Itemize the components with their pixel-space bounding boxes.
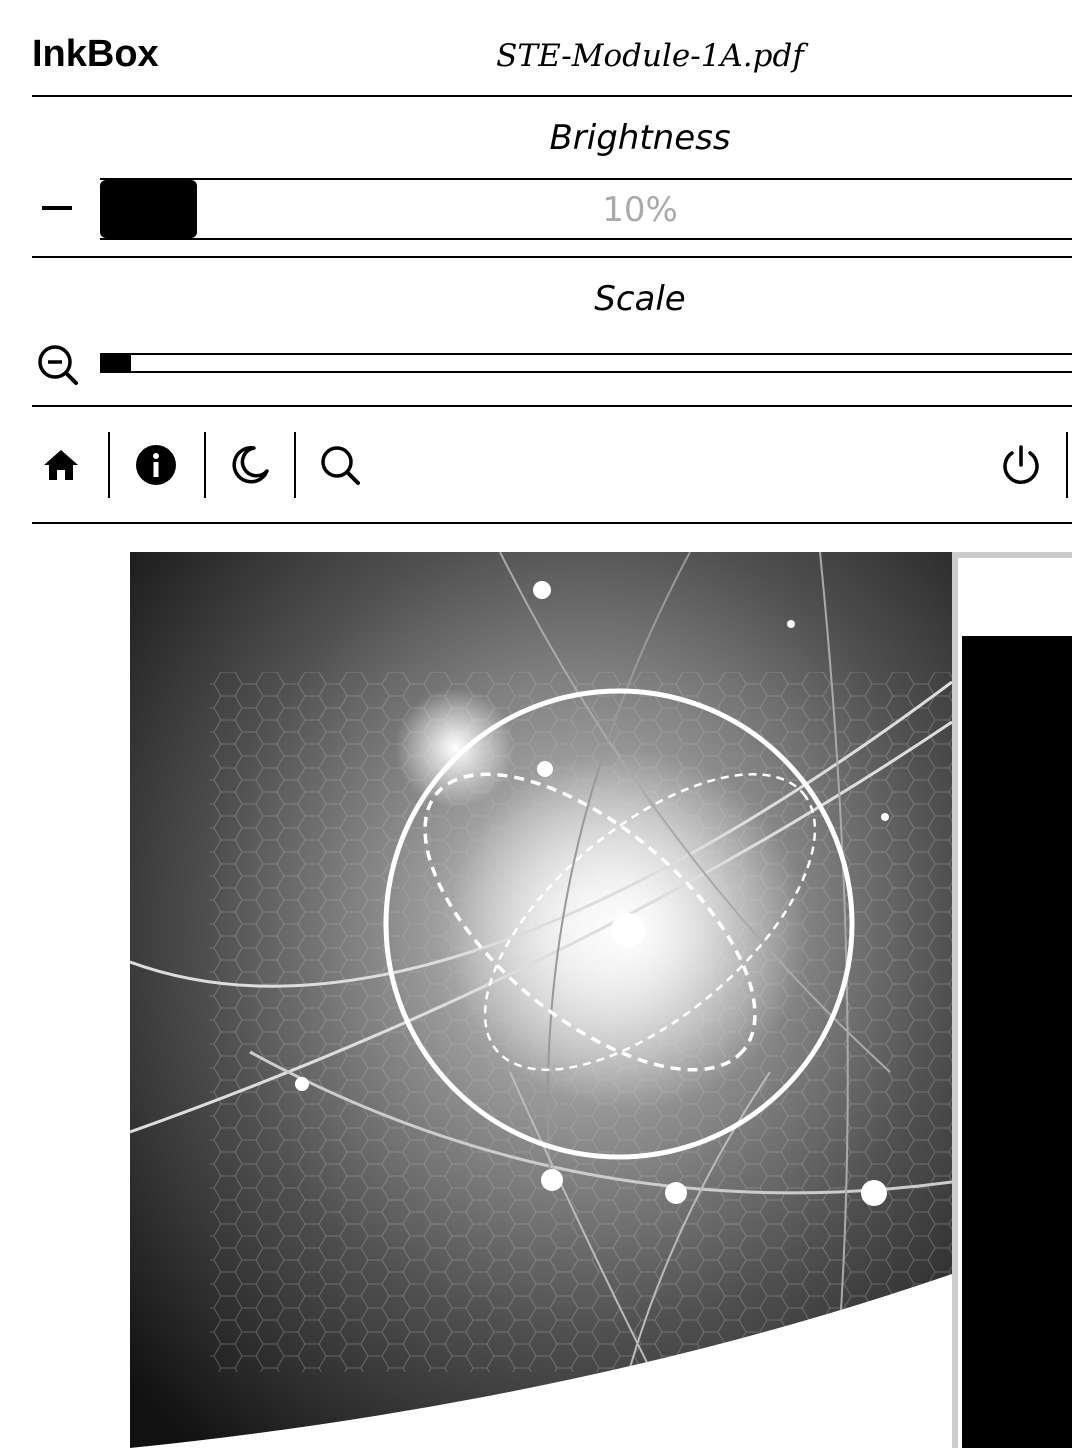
next-page-preview[interactable] (952, 552, 1072, 1448)
brightness-slider-fill (100, 180, 198, 238)
scale-slider-fill (102, 355, 132, 371)
scale-slider[interactable] (100, 353, 1072, 373)
power-button[interactable] (996, 432, 1046, 498)
home-icon (44, 450, 78, 480)
brightness-label: Brightness (549, 118, 731, 158)
toolbar-separator (1066, 432, 1068, 498)
moon-icon (232, 446, 269, 484)
zoom-out-icon[interactable] (37, 344, 79, 386)
night-mode-button[interactable] (224, 432, 276, 498)
page-cover-image[interactable] (130, 552, 952, 1448)
search-icon (321, 446, 360, 485)
app-title: InkBox (32, 33, 159, 75)
divider (32, 95, 1072, 97)
decrease-brightness-button[interactable] (42, 206, 72, 210)
scale-label: Scale (594, 279, 686, 319)
divider (32, 522, 1072, 524)
brightness-slider[interactable]: 10% (100, 178, 1072, 240)
next-page-content (962, 636, 1072, 1448)
info-button[interactable] (130, 432, 182, 498)
toolbar-separator (294, 432, 296, 498)
divider (32, 256, 1072, 258)
toolbar-separator (108, 432, 110, 498)
document-title: STE-Module-1A.pdf (496, 38, 804, 74)
divider (32, 405, 1072, 407)
search-button[interactable] (314, 432, 366, 498)
toolbar-separator (204, 432, 206, 498)
home-button[interactable] (38, 432, 84, 498)
info-icon (136, 445, 176, 485)
power-icon (1003, 445, 1039, 484)
brightness-value: 10% (602, 190, 678, 230)
